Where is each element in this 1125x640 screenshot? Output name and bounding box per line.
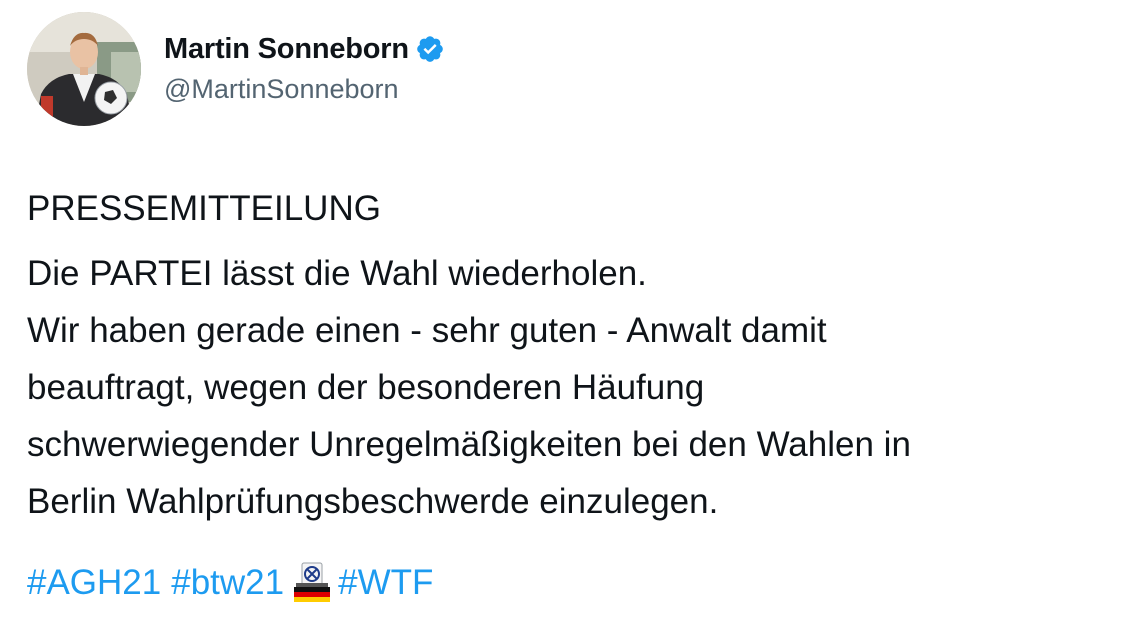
ballot-box-germany-flag-icon [290,561,334,605]
tweet-text: PRESSEMITTEILUNG Die PARTEI lässt die Wa… [27,180,1117,530]
tweet-line: Die PARTEI lässt die Wahl wiederholen. [27,254,647,293]
hashtag-link[interactable]: #WTF [338,558,433,608]
tweet-line: beauftragt, wegen der besonderen Häufung [27,368,705,407]
avatar[interactable] [27,12,141,126]
tweet-line: Wir haben gerade einen - sehr guten - An… [27,311,827,350]
avatar-photo [27,12,141,126]
tweet: Martin Sonneborn @MartinSonneborn PRESSE… [0,0,1125,640]
hashtag-link[interactable]: #btw21 [171,558,284,608]
tweet-headline: PRESSEMITTEILUNG [27,189,381,228]
author-name-row: Martin Sonneborn [164,30,445,68]
verified-badge-icon [415,34,445,64]
hashtag-link[interactable]: #AGH21 [27,558,161,608]
tweet-line: schwerwiegender Unregelmäßigkeiten bei d… [27,425,911,464]
hashtag-row: #AGH21 #btw21 #WTF [27,558,433,608]
tweet-line: Berlin Wahlprüfungsbeschwerde einzulegen… [27,482,719,521]
author-display-name[interactable]: Martin Sonneborn [164,33,409,66]
author-handle[interactable]: @MartinSonneborn [164,74,399,105]
